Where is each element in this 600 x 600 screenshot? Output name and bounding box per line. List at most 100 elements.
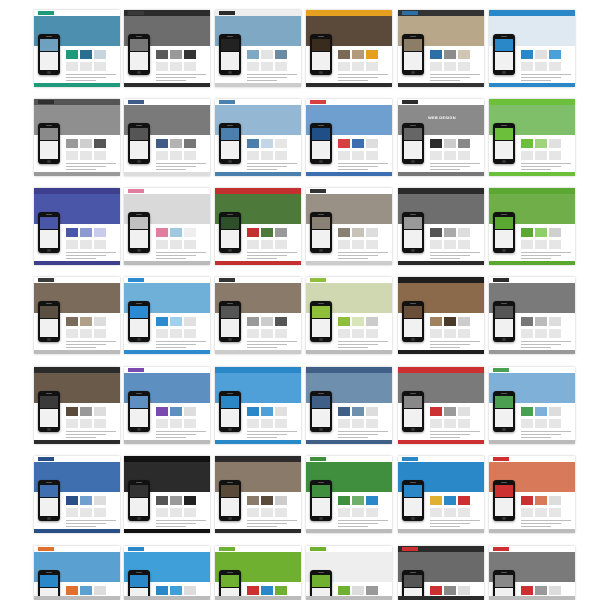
- thumbnail-content-block: [338, 228, 350, 237]
- portfolio-thumbnail[interactable]: [489, 277, 575, 354]
- phone-home-button: [502, 160, 506, 163]
- phone-speaker: [46, 303, 52, 304]
- phone-speaker: [501, 36, 507, 37]
- thumbnail-footer: [398, 440, 484, 444]
- portfolio-thumbnail[interactable]: [306, 188, 392, 265]
- phone-home-button: [228, 160, 232, 163]
- portfolio-thumbnail[interactable]: [124, 99, 210, 176]
- phone-screen-body: [495, 230, 513, 248]
- phone-screen-header: [130, 485, 148, 497]
- portfolio-thumbnail[interactable]: [306, 99, 392, 176]
- portfolio-thumbnail[interactable]: [215, 277, 301, 354]
- portfolio-thumbnail[interactable]: [398, 188, 484, 265]
- portfolio-thumbnail[interactable]: [215, 188, 301, 265]
- portfolio-thumbnail[interactable]: [306, 456, 392, 533]
- phone-speaker: [136, 572, 142, 573]
- phone-screen: [404, 39, 422, 70]
- thumbnail-content-block: [366, 407, 378, 416]
- thumbnail-content-block: [366, 329, 378, 338]
- thumbnail-content-block: [170, 317, 182, 326]
- thumbnail-content-block: [549, 139, 561, 148]
- phone-screen-body: [404, 52, 422, 70]
- phone-mockup: [219, 391, 241, 432]
- portfolio-thumbnail[interactable]: [398, 277, 484, 354]
- thumbnail-content-block: [94, 62, 106, 71]
- portfolio-thumbnail[interactable]: [215, 367, 301, 444]
- thumbnail-content-block: [521, 496, 533, 505]
- thumbnail-text-line: [430, 347, 460, 348]
- thumbnail-content-block: [338, 586, 350, 595]
- phone-screen: [404, 485, 422, 516]
- portfolio-thumbnail[interactable]: [215, 456, 301, 533]
- phone-mockup: [219, 34, 241, 75]
- thumbnail-logo: [128, 100, 144, 104]
- phone-screen-header: [221, 575, 239, 587]
- portfolio-thumbnail[interactable]: [34, 10, 120, 87]
- portfolio-thumbnail[interactable]: [34, 456, 120, 533]
- portfolio-thumbnail[interactable]: [34, 99, 120, 176]
- thumbnail-content-block: [66, 407, 78, 416]
- phone-home-button: [228, 249, 232, 252]
- portfolio-thumbnail[interactable]: [398, 546, 484, 600]
- portfolio-thumbnail[interactable]: [124, 277, 210, 354]
- thumbnail-content-block: [66, 317, 78, 326]
- portfolio-thumbnail[interactable]: [34, 188, 120, 265]
- phone-speaker: [46, 36, 52, 37]
- thumbnail-footer: [489, 83, 575, 87]
- phone-screen-header: [130, 128, 148, 140]
- portfolio-thumbnail[interactable]: [306, 546, 392, 600]
- thumbnail-content-block: [261, 240, 273, 249]
- thumbnail-content-block: [94, 50, 106, 59]
- thumbnail-text-line: [521, 163, 571, 164]
- thumbnail-footer: [306, 529, 392, 533]
- thumbnail-logo: [38, 368, 54, 372]
- thumbnail-logo: [493, 278, 509, 282]
- portfolio-thumbnail[interactable]: [34, 277, 120, 354]
- thumbnail-text-line: [247, 252, 297, 253]
- portfolio-thumbnail[interactable]: [489, 10, 575, 87]
- portfolio-thumbnail[interactable]: WEB DESIGN: [398, 99, 484, 176]
- portfolio-thumbnail[interactable]: [489, 367, 575, 444]
- portfolio-thumbnail[interactable]: [34, 546, 120, 600]
- portfolio-thumbnail[interactable]: [124, 546, 210, 600]
- thumbnail-content-block: [549, 508, 561, 517]
- thumbnail-content-block: [521, 407, 533, 416]
- thumbnail-text-line: [338, 166, 378, 167]
- portfolio-thumbnail[interactable]: [398, 456, 484, 533]
- thumbnail-logo: [219, 278, 235, 282]
- thumbnail-text-line: [66, 344, 106, 345]
- thumbnail-text-line: [521, 526, 551, 527]
- thumbnail-content-block: [521, 329, 533, 338]
- portfolio-thumbnail[interactable]: [215, 546, 301, 600]
- portfolio-thumbnail[interactable]: [124, 10, 210, 87]
- portfolio-thumbnail[interactable]: [215, 10, 301, 87]
- phone-home-button: [137, 160, 141, 163]
- phone-mockup: [128, 391, 150, 432]
- portfolio-thumbnail[interactable]: [124, 367, 210, 444]
- portfolio-thumbnail[interactable]: [489, 188, 575, 265]
- thumbnail-footer: [34, 440, 120, 444]
- portfolio-thumbnail[interactable]: [398, 10, 484, 87]
- portfolio-thumbnail[interactable]: [489, 546, 575, 600]
- portfolio-thumbnail[interactable]: [398, 367, 484, 444]
- portfolio-thumbnail[interactable]: [489, 456, 575, 533]
- portfolio-thumbnail[interactable]: [489, 99, 575, 176]
- portfolio-thumbnail[interactable]: [306, 277, 392, 354]
- phone-screen: [130, 396, 148, 427]
- phone-screen-header: [40, 485, 58, 497]
- phone-screen: [312, 39, 330, 70]
- portfolio-thumbnail[interactable]: [306, 367, 392, 444]
- thumbnail-text-line: [156, 431, 206, 432]
- thumbnail-content-block: [521, 317, 533, 326]
- thumbnail-content-block: [184, 586, 196, 595]
- portfolio-thumbnail[interactable]: [124, 188, 210, 265]
- portfolio-thumbnail[interactable]: [306, 10, 392, 87]
- portfolio-thumbnail[interactable]: [124, 456, 210, 533]
- thumbnail-content-block: [338, 139, 350, 148]
- phone-speaker: [227, 214, 233, 215]
- phone-screen-body: [312, 230, 330, 248]
- thumbnail-content-block: [156, 407, 168, 416]
- thumbnail-logo: [493, 189, 509, 193]
- portfolio-thumbnail[interactable]: [34, 367, 120, 444]
- portfolio-thumbnail[interactable]: [215, 99, 301, 176]
